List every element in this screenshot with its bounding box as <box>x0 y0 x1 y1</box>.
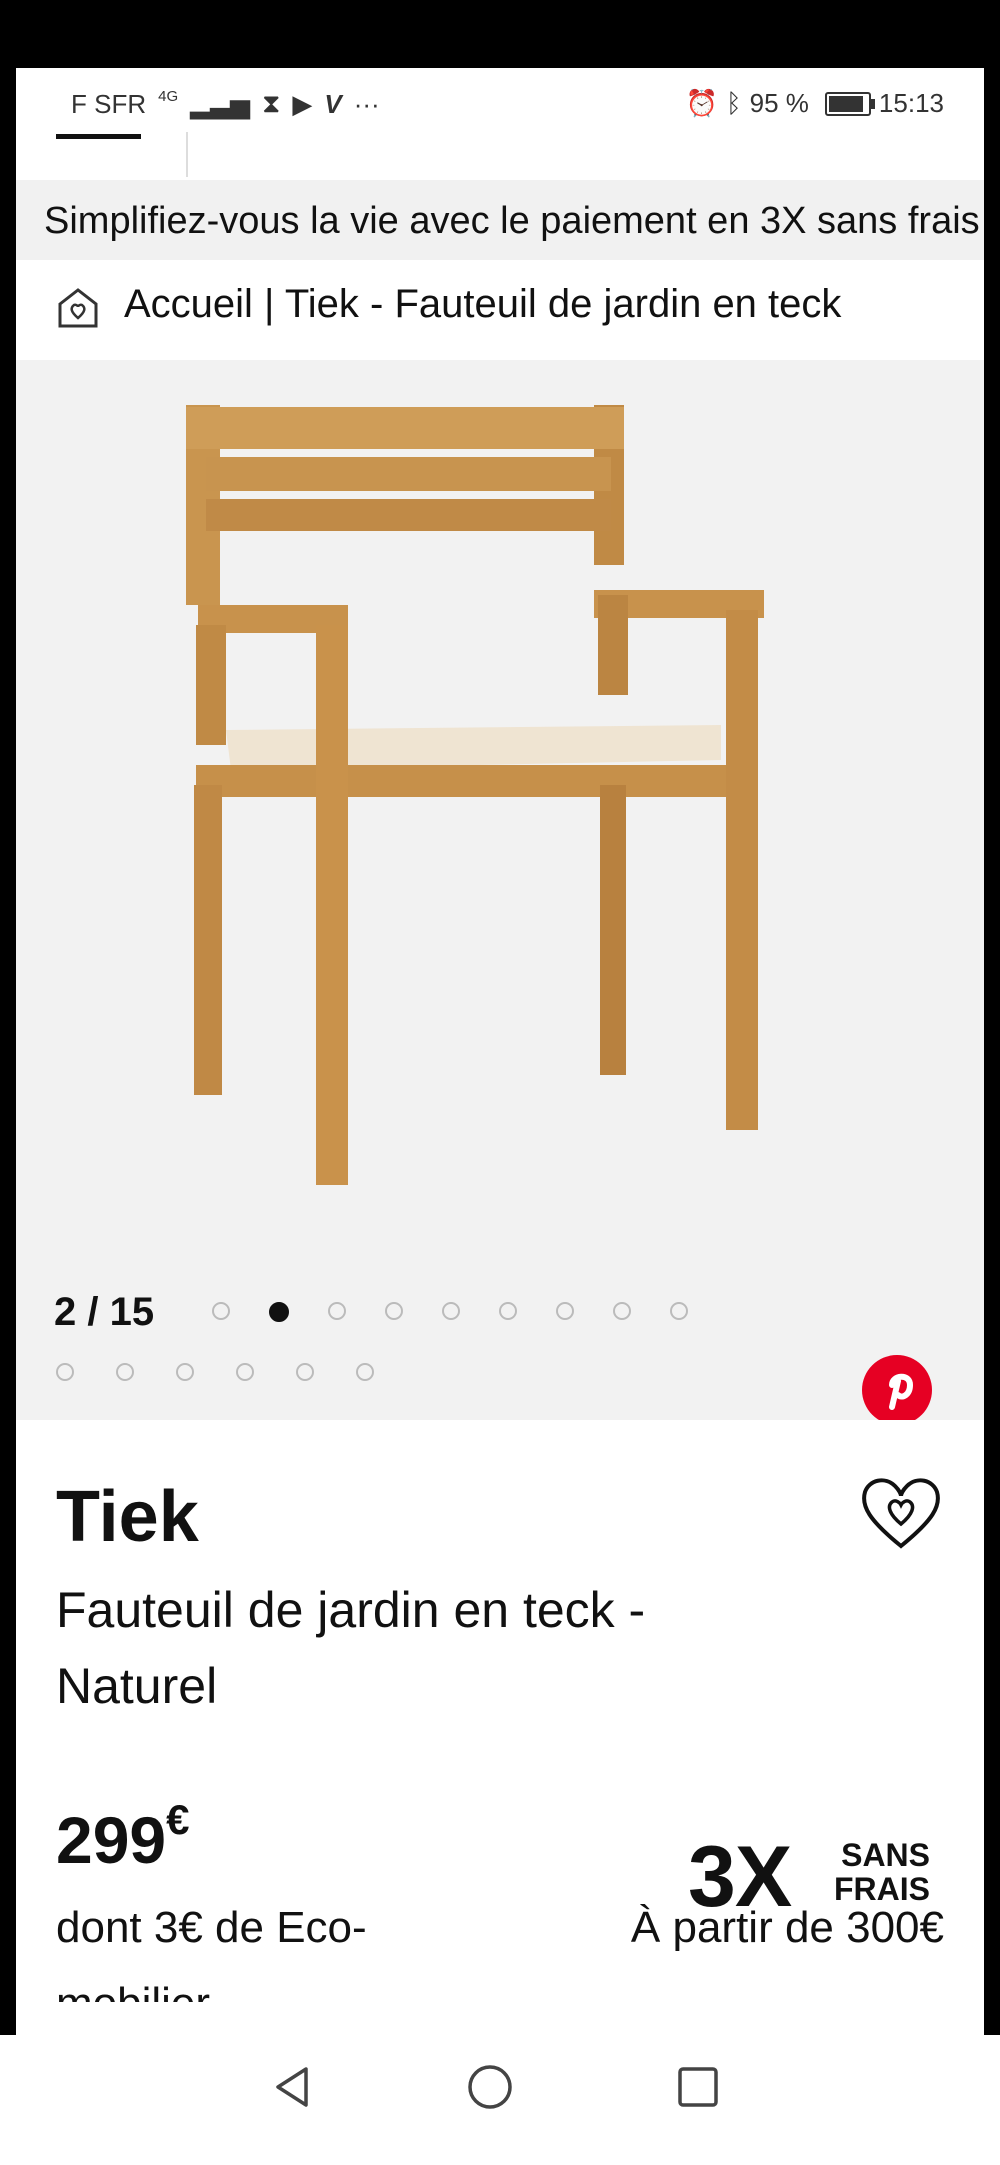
promo-banner[interactable]: Simplifiez-vous la vie avec le paiement … <box>16 180 984 260</box>
hourglass-icon: ⧗ <box>262 88 281 118</box>
home-icon[interactable] <box>54 284 102 332</box>
product-name: Fauteuil de jardin en teck - Naturel <box>56 1582 646 1714</box>
network-label: 4G <box>158 87 179 105</box>
battery-icon <box>824 91 875 116</box>
carousel-dot[interactable] <box>296 1363 314 1381</box>
header-divider <box>186 132 188 177</box>
clock: 15:13 <box>878 88 944 118</box>
signal-icon: ▂▃▅ <box>190 88 251 119</box>
installment-badge-line-1: SANS <box>841 1837 930 1873</box>
carousel-dot[interactable] <box>442 1302 460 1320</box>
browser-screen: F SFR 4G ▂▃▅ ⧗ ▶ V ··· ⏰ ᛒ 95 % 15:13 Si… <box>16 68 984 2103</box>
carousel-dot[interactable] <box>613 1302 631 1320</box>
carousel-dot[interactable] <box>670 1302 688 1320</box>
back-nav-icon[interactable] <box>262 2057 322 2117</box>
carousel-dot[interactable] <box>236 1363 254 1381</box>
image-counter: 2 / 15 <box>54 1290 155 1334</box>
price-value: 299 <box>56 1803 167 1877</box>
bluetooth-icon: ᛒ <box>726 88 742 118</box>
more-notifications-icon: ··· <box>353 88 380 119</box>
home-nav-icon[interactable] <box>460 2057 520 2117</box>
carousel-dot[interactable] <box>56 1363 74 1381</box>
battery-percent: 95 % <box>749 88 809 118</box>
product-details: Tiek Fauteuil de jardin en teck - Nature… <box>16 1420 984 2103</box>
breadcrumb-text[interactable]: Accueil | Tiek - Fauteuil de jardin en t… <box>124 282 964 327</box>
status-left: F SFR 4G ▂▃▅ ⧗ ▶ V ··· <box>71 88 380 120</box>
carousel-dot-active[interactable] <box>269 1302 289 1322</box>
carousel-dots-row-1 <box>212 1302 688 1322</box>
carousel-dot[interactable] <box>385 1302 403 1320</box>
promo-text: Simplifiez-vous la vie avec le paiement … <box>44 200 980 242</box>
product-gallery[interactable]: 2 / 15 <box>16 360 984 1425</box>
alarm-icon: ⏰ <box>685 88 719 118</box>
pinterest-button[interactable] <box>862 1355 932 1425</box>
product-brand: Tiek <box>56 1477 199 1557</box>
breadcrumb: Accueil | Tiek - Fauteuil de jardin en t… <box>16 260 984 350</box>
eco-mobilier-note: dont 3€ de Eco-mobilier <box>56 1903 367 2002</box>
status-bar: F SFR 4G ▂▃▅ ⧗ ▶ V ··· ⏰ ᛒ 95 % 15:13 <box>16 68 984 138</box>
carrier-label: F SFR <box>71 88 147 119</box>
price-currency: € <box>166 1796 190 1843</box>
active-tab-indicator <box>56 134 141 139</box>
product-image <box>186 405 764 1185</box>
carousel-dots-row-2 <box>56 1363 374 1381</box>
wishlist-heart-icon[interactable] <box>859 1474 943 1550</box>
carousel-dot[interactable] <box>176 1363 194 1381</box>
product-price: 299€ <box>56 1796 189 1878</box>
v-icon: V <box>324 88 342 119</box>
status-right: ⏰ ᛒ 95 % 15:13 <box>686 88 944 119</box>
carousel-dot[interactable] <box>356 1363 374 1381</box>
recent-apps-nav-icon[interactable] <box>668 2057 728 2117</box>
carousel-dot[interactable] <box>556 1302 574 1320</box>
carousel-dot[interactable] <box>328 1302 346 1320</box>
carousel-dot[interactable] <box>116 1363 134 1381</box>
carousel-dot[interactable] <box>499 1302 517 1320</box>
play-icon: ▶ <box>292 88 313 119</box>
installment-from: À partir de 300€ <box>630 1903 944 1952</box>
system-nav-bar <box>0 2035 1000 2165</box>
pinterest-icon <box>889 1373 914 1410</box>
carousel-dot[interactable] <box>212 1302 230 1320</box>
